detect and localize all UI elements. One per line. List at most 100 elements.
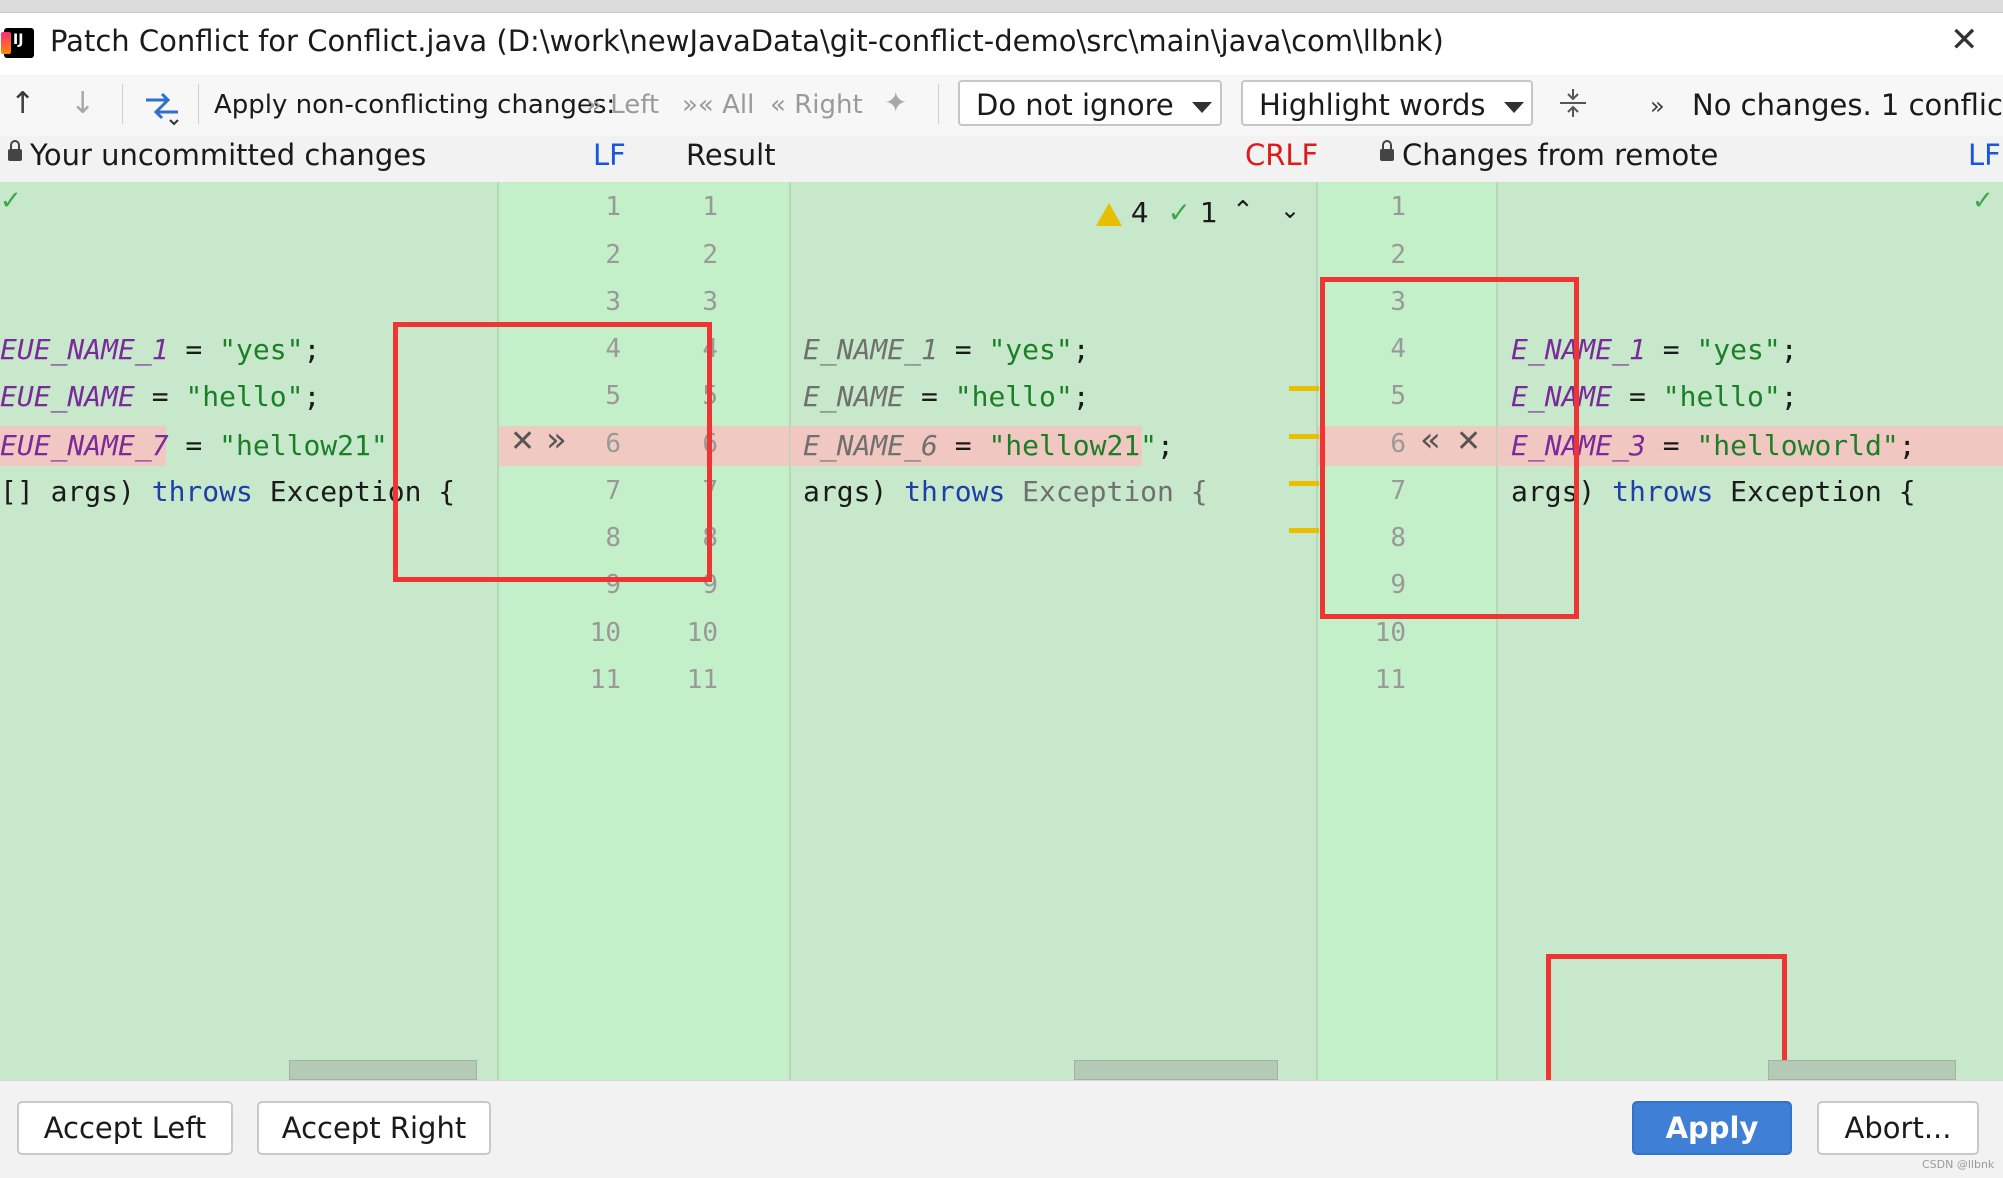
apply-button[interactable]: Apply [1632, 1101, 1792, 1155]
result-editor[interactable] [790, 182, 1317, 1080]
string-literal: "yes" [988, 333, 1073, 366]
change-marker [1289, 528, 1319, 533]
pane-divider [789, 182, 791, 1080]
status-text: No changes. 1 conflict. [1692, 88, 2003, 122]
horizontal-scrollbar[interactable] [1768, 1060, 1956, 1080]
collapse-unchanged-icon[interactable] [1556, 86, 1590, 128]
pane-divider [1316, 182, 1318, 1080]
string-literal: "hello" [954, 380, 1073, 413]
compare-arrows-icon[interactable] [142, 86, 182, 134]
line-number: 1 [1390, 192, 1406, 222]
line-number: 2 [605, 240, 621, 270]
left-editor[interactable] [0, 182, 498, 1080]
right-line-separator[interactable]: LF [1968, 138, 2001, 172]
next-difference-icon[interactable]: ↓ [70, 86, 95, 121]
string-literal: "hello" [1662, 380, 1781, 413]
right-pane-title: Changes from remote [1402, 138, 1719, 172]
operator: = [937, 429, 989, 462]
line-number: 10 [686, 618, 718, 648]
change-marker [1289, 386, 1319, 391]
lock-icon [1380, 140, 1394, 161]
abort-button[interactable]: Abort... [1817, 1101, 1979, 1155]
semicolon: ; [1898, 429, 1916, 462]
code-text: [] args) [0, 475, 152, 508]
code-line: args) throws Exception { [803, 472, 1208, 512]
right-pane-header: Changes from remote [1380, 138, 1718, 172]
line-number: 10 [1374, 618, 1406, 648]
apply-right-button[interactable]: « Right [770, 90, 863, 120]
field-name: EUE_NAME_1 [0, 333, 169, 366]
lock-icon [8, 140, 22, 161]
ignore-dropdown-value: Do not ignore [976, 88, 1174, 122]
line-number: 11 [589, 665, 621, 695]
previous-difference-icon[interactable]: ↑ [10, 86, 35, 121]
magic-resolve-icon[interactable]: ✦ [884, 86, 907, 119]
apply-all-button[interactable]: »« All [682, 90, 754, 120]
previous-highlight-icon[interactable]: ⌃ [1232, 196, 1254, 226]
warning-count: 4 [1130, 196, 1149, 229]
change-marker [1289, 434, 1319, 439]
line-number: 1 [605, 192, 621, 222]
ignore-whitespace-dropdown[interactable]: Do not ignore [958, 80, 1222, 126]
apply-left-button[interactable]: » Left [586, 90, 659, 120]
ok-count: 1 [1200, 196, 1218, 229]
window-title: Patch Conflict for Conflict.java (D:\wor… [50, 24, 1444, 58]
dropdown-caret-icon [1191, 101, 1212, 113]
inspection-widget[interactable]: 4 ✓ 1 [1096, 196, 1218, 229]
toolbar-separator [198, 84, 199, 124]
window-top-edge [0, 0, 2003, 13]
field-name: EUE_NAME [0, 380, 135, 413]
double-chevron-left-icon: « [770, 90, 786, 120]
code-line: E_NAME_6 = "hellow21"; [803, 426, 1174, 466]
semicolon: ; [1072, 333, 1090, 366]
warning-icon [1096, 202, 1122, 226]
line-number: 11 [686, 665, 718, 695]
code-line: EUE_NAME_1 = "yes"; [0, 330, 320, 370]
left-pane-header: Your uncommitted changes [8, 138, 426, 172]
highlight-mode-dropdown[interactable]: Highlight words [1241, 80, 1533, 126]
close-icon[interactable]: ✕ [1950, 20, 1979, 60]
operator: = [1645, 333, 1697, 366]
double-check-icon: ✓ [1167, 196, 1192, 229]
horizontal-scrollbar[interactable] [1074, 1060, 1278, 1080]
checkmark-icon: ✓ [1972, 186, 1994, 216]
field-name: E_NAME_6 [803, 429, 938, 462]
operator: = [1645, 429, 1697, 462]
apply-left-label: Left [610, 90, 660, 120]
accept-left-button[interactable]: Accept Left [17, 1101, 233, 1155]
code-line: [] args) throws Exception { [0, 472, 455, 512]
left-pane-title: Your uncommitted changes [30, 138, 427, 172]
code-text: args) [803, 475, 905, 508]
checkmark-icon: ✓ [0, 186, 22, 216]
accept-right-button[interactable]: Accept Right [257, 1101, 491, 1155]
double-chevron-right-icon: » [586, 90, 602, 120]
horizontal-scrollbar[interactable] [289, 1060, 477, 1080]
apply-non-conflicting-label: Apply non-conflicting changes: [214, 90, 616, 120]
string-literal: "hellow21" [219, 429, 388, 462]
line-number: 1 [702, 192, 718, 222]
left-line-separator[interactable]: LF [593, 138, 626, 172]
line-number: 10 [589, 618, 621, 648]
string-literal: "helloworld" [1696, 429, 1899, 462]
result-line-separator[interactable]: CRLF [1245, 138, 1318, 172]
line-number: 2 [1390, 240, 1406, 270]
line-number: 11 [1374, 665, 1406, 695]
code-line: E_NAME_1 = "yes"; [803, 330, 1090, 370]
string-literal: "hellow21" [988, 429, 1158, 462]
semicolon: ; [1157, 429, 1174, 462]
keyword: throws [151, 475, 253, 508]
next-highlight-icon[interactable]: ⌄ [1280, 196, 1300, 224]
annotation-box [1320, 277, 1579, 619]
operator: = [168, 333, 220, 366]
keyword: throws [904, 475, 1006, 508]
operator: = [1612, 380, 1663, 413]
field-name: EUE_NAME_7 [0, 429, 169, 462]
line-number: 3 [702, 287, 718, 317]
semicolon: ; [1780, 333, 1798, 366]
semicolon: ; [303, 380, 321, 413]
string-literal: "yes" [1696, 333, 1781, 366]
semicolon: ; [303, 333, 321, 366]
more-actions-icon[interactable]: » [1650, 92, 1665, 120]
field-name: E_NAME [803, 380, 905, 413]
code-text: Exception { [1713, 475, 1916, 508]
